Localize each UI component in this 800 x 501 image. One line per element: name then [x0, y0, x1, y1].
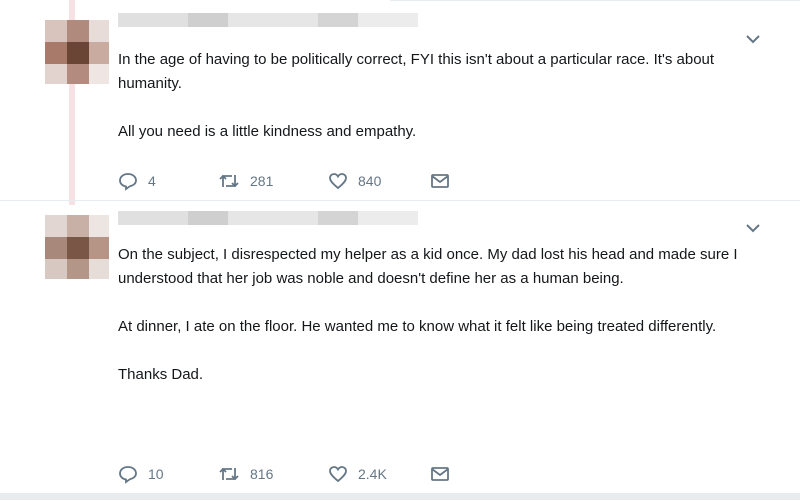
avatar[interactable] — [45, 215, 109, 279]
tweet-text: On the subject, I disrespected my helper… — [118, 243, 778, 387]
like-button[interactable]: 2.4K — [328, 462, 387, 486]
retweet-button[interactable]: 281 — [218, 169, 273, 193]
envelope-icon — [431, 174, 449, 188]
like-button[interactable]: 840 — [328, 169, 381, 193]
retweet-icon — [219, 467, 239, 481]
tweet-actions: 10 816 2.4K — [118, 462, 518, 486]
reply-icon — [119, 173, 137, 191]
envelope-icon — [431, 467, 449, 481]
tweet-paragraph: At dinner, I ate on the floor. He wanted… — [118, 318, 717, 335]
tweet-paragraph: Thanks Dad. — [118, 366, 204, 383]
direct-message-button[interactable] — [430, 169, 450, 193]
like-count: 2.4K — [358, 466, 387, 482]
tweet-text: In the age of having to be politically c… — [118, 48, 778, 144]
retweet-button[interactable]: 816 — [218, 462, 273, 486]
tweet-paragraph: In the age of having to be politically c… — [118, 51, 715, 92]
author-name[interactable] — [118, 13, 418, 27]
author-name[interactable] — [118, 211, 418, 225]
heart-icon — [329, 173, 347, 190]
direct-message-button[interactable] — [430, 462, 450, 486]
tweet-actions: 4 281 840 — [118, 169, 518, 193]
reply-count: 4 — [148, 173, 156, 189]
retweet-count: 281 — [250, 173, 274, 189]
retweet-icon — [219, 174, 239, 188]
tweet-paragraph: On the subject, I disrespected my helper… — [118, 246, 738, 287]
tweet: In the age of having to be politically c… — [0, 0, 800, 200]
reply-button[interactable]: 4 — [118, 169, 156, 193]
like-count: 840 — [358, 173, 382, 189]
heart-icon — [329, 466, 347, 483]
chevron-down-icon[interactable] — [743, 32, 763, 46]
reply-count: 10 — [148, 466, 164, 482]
bottom-divider — [0, 493, 800, 500]
reply-button[interactable]: 10 — [118, 462, 164, 486]
tweet: On the subject, I disrespected my helper… — [0, 200, 800, 501]
reply-icon — [119, 466, 137, 484]
chevron-down-icon[interactable] — [743, 221, 763, 235]
avatar[interactable] — [45, 20, 109, 84]
retweet-count: 816 — [250, 466, 274, 482]
tweet-paragraph: All you need is a little kindness and em… — [118, 123, 417, 140]
